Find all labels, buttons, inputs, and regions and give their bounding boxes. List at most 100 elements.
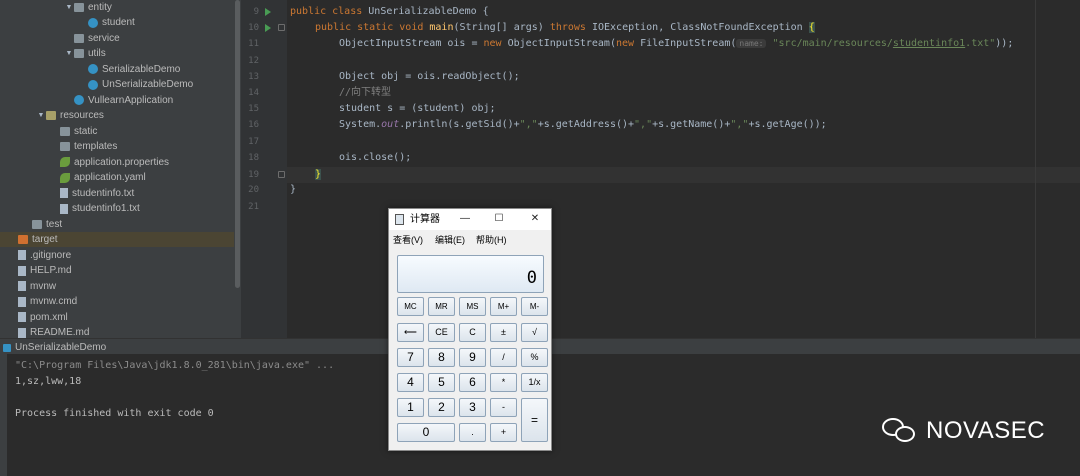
tree-item[interactable]: test: [0, 217, 62, 232]
mr-button[interactable]: MR: [428, 297, 455, 316]
tree-item-label: SerializableDemo: [102, 63, 181, 75]
digit-8-button[interactable]: 8: [428, 348, 455, 367]
code-line-10: public static void main(String[] args) t…: [315, 22, 815, 33]
reciprocal-button[interactable]: 1/x: [521, 373, 548, 392]
calculator-app-icon: [395, 214, 404, 225]
tree-item[interactable]: ▼ entity: [0, 0, 112, 15]
line-number: 10: [248, 23, 259, 33]
digit-2-button[interactable]: 2: [428, 398, 455, 417]
percent-button[interactable]: %: [521, 348, 548, 367]
tree-item[interactable]: ▼ utils: [0, 46, 106, 61]
tree-item[interactable]: .gitignore: [0, 248, 71, 263]
line-number: 16: [248, 120, 259, 130]
digit-7-button[interactable]: 7: [397, 348, 424, 367]
tree-item[interactable]: target: [0, 232, 234, 247]
digit-5-button[interactable]: 5: [428, 373, 455, 392]
tree-item[interactable]: static: [0, 124, 97, 139]
negate-button[interactable]: ±: [490, 323, 517, 342]
calculator-window: 计算器 — ☐ ✕ 查看(V) 编辑(E) 帮助(H) 0 MC MR MS M+ M-…: [388, 208, 552, 451]
tree-item[interactable]: application.properties: [0, 155, 169, 170]
tree-item[interactable]: mvnw: [0, 279, 56, 294]
line-number: 19: [248, 170, 259, 180]
tree-item[interactable]: HELP.md: [0, 263, 72, 278]
tree-item[interactable]: pom.xml: [0, 310, 68, 325]
code-line-15: student s = (student) obj;: [339, 103, 496, 114]
tree-item[interactable]: mvnw.cmd: [0, 294, 77, 309]
tree-item[interactable]: UnSerializableDemo: [0, 77, 193, 92]
tree-item[interactable]: student: [0, 15, 135, 30]
menu-help[interactable]: 帮助(H): [476, 234, 507, 246]
clear-button[interactable]: C: [459, 323, 486, 342]
code-line-20: }: [290, 184, 297, 195]
add-button[interactable]: +: [490, 423, 517, 442]
chevron-down-icon[interactable]: ▼: [64, 46, 74, 61]
file-icon: [60, 188, 68, 198]
tree-item-label: README.md: [30, 327, 90, 338]
digit-6-button[interactable]: 6: [459, 373, 486, 392]
ide-window: ▼ entity student service ▼ utils SerializableD…: [0, 0, 1080, 476]
equals-button[interactable]: =: [521, 398, 548, 442]
maximize-button[interactable]: ☐: [489, 211, 509, 227]
java-class-icon: [88, 17, 98, 28]
tree-item[interactable]: VullearnApplication: [0, 93, 173, 108]
file-icon: [60, 203, 68, 214]
tree-item[interactable]: SerializableDemo: [0, 62, 180, 77]
run-gutter-icon[interactable]: [265, 24, 271, 32]
scrollbar-thumb[interactable]: [235, 0, 240, 288]
menu-edit[interactable]: 编辑(E): [435, 234, 465, 246]
folder-icon: [74, 2, 84, 12]
divide-button[interactable]: /: [490, 348, 517, 367]
spring-config-icon: [60, 172, 70, 183]
digit-4-button[interactable]: 4: [397, 373, 424, 392]
ms-button[interactable]: MS: [459, 297, 486, 316]
tree-item-label: application.properties: [74, 156, 170, 168]
close-button[interactable]: ✕: [525, 211, 545, 227]
calculator-display: 0: [397, 255, 544, 293]
tree-item[interactable]: ▼ resources: [0, 108, 104, 123]
tree-item[interactable]: studentinfo.txt: [0, 186, 134, 201]
run-tab[interactable]: UnSerializableDemo: [3, 341, 106, 354]
chevron-down-icon[interactable]: ▼: [36, 108, 46, 123]
tree-item-label: student: [102, 17, 135, 28]
backspace-button[interactable]: ⟵: [397, 323, 424, 342]
folder-icon: [60, 126, 70, 136]
tree-item[interactable]: studentinfo1.txt: [0, 201, 140, 216]
tree-item-label: static: [74, 125, 98, 137]
m-minus-button[interactable]: M-: [521, 297, 548, 316]
chevron-down-icon[interactable]: ▼: [64, 0, 74, 15]
menu-view[interactable]: 查看(V): [393, 234, 423, 246]
run-gutter-icon[interactable]: [265, 8, 271, 16]
folder-icon: [60, 142, 70, 151]
code-line-16: System.out.println(s.getSid()+","+s.getA…: [339, 119, 827, 130]
current-line-highlight: [287, 167, 1080, 183]
project-tree-scrollbar[interactable]: [234, 0, 241, 338]
fold-marker-icon[interactable]: [278, 24, 285, 31]
mc-button[interactable]: MC: [397, 297, 424, 316]
m-plus-button[interactable]: M+: [490, 297, 517, 316]
digit-0-button[interactable]: 0: [397, 423, 455, 442]
line-number: 17: [248, 137, 259, 147]
calculator-titlebar[interactable]: 计算器 — ☐ ✕: [389, 209, 551, 230]
java-class-icon: [88, 79, 98, 90]
tree-item-label: target: [32, 234, 58, 245]
sqrt-button[interactable]: √: [521, 323, 548, 342]
tree-item[interactable]: README.md: [0, 325, 89, 338]
minimize-button[interactable]: —: [455, 211, 475, 227]
digit-9-button[interactable]: 9: [459, 348, 486, 367]
line-number: 18: [248, 153, 259, 163]
line-number: 20: [248, 185, 259, 195]
decimal-button[interactable]: .: [459, 423, 486, 442]
tree-item[interactable]: application.yaml: [0, 170, 146, 185]
tree-item[interactable]: service: [0, 31, 120, 46]
subtract-button[interactable]: -: [490, 398, 517, 417]
tree-item-label: VullearnApplication: [88, 94, 174, 106]
multiply-button[interactable]: *: [490, 373, 517, 392]
digit-3-button[interactable]: 3: [459, 398, 486, 417]
fold-marker-icon[interactable]: [278, 171, 285, 178]
digit-1-button[interactable]: 1: [397, 398, 424, 417]
ce-button[interactable]: CE: [428, 323, 455, 342]
line-number: 12: [248, 56, 259, 66]
tree-item[interactable]: templates: [0, 139, 117, 154]
tree-item-label: templates: [74, 141, 118, 152]
calculator-title: 计算器: [410, 214, 440, 225]
